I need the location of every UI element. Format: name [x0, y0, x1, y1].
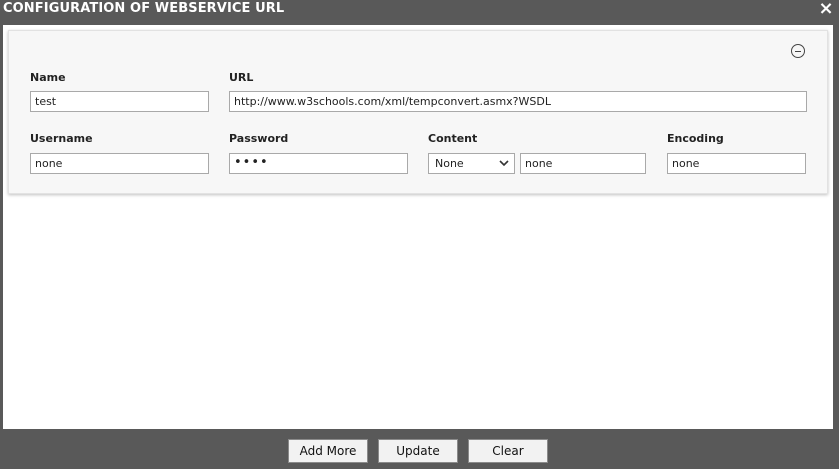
webservice-config-panel: Name test URL http://www.w3schools.com/x…	[8, 30, 828, 194]
content-label: Content	[428, 132, 478, 145]
content-type-selected: None	[435, 157, 464, 170]
username-label: Username	[30, 132, 93, 145]
encoding-field[interactable]: none	[667, 153, 806, 174]
close-icon[interactable]: ×	[816, 0, 836, 20]
name-label: Name	[30, 71, 66, 84]
clear-button[interactable]: Clear	[468, 439, 548, 463]
dialog-titlebar: CONFIGURATION OF WEBSERVICE URL ×	[0, 0, 839, 22]
name-field[interactable]: test	[30, 91, 209, 112]
chevron-down-icon	[499, 160, 509, 167]
url-label: URL	[229, 71, 254, 84]
collapse-icon[interactable]	[791, 44, 805, 58]
password-label: Password	[229, 132, 289, 145]
dialog-title: CONFIGURATION OF WEBSERVICE URL	[3, 1, 285, 16]
password-field[interactable]: ••••	[229, 153, 408, 174]
content-field[interactable]: none	[520, 153, 646, 174]
username-field[interactable]: none	[30, 153, 209, 174]
update-button[interactable]: Update	[378, 439, 458, 463]
dialog-footer: Add More Update Clear	[0, 429, 839, 469]
content-type-select[interactable]: None	[428, 153, 515, 174]
encoding-label: Encoding	[667, 132, 724, 145]
add-more-button[interactable]: Add More	[288, 439, 368, 463]
dialog-content: Name test URL http://www.w3schools.com/x…	[3, 25, 833, 429]
url-field[interactable]: http://www.w3schools.com/xml/tempconvert…	[229, 91, 807, 112]
